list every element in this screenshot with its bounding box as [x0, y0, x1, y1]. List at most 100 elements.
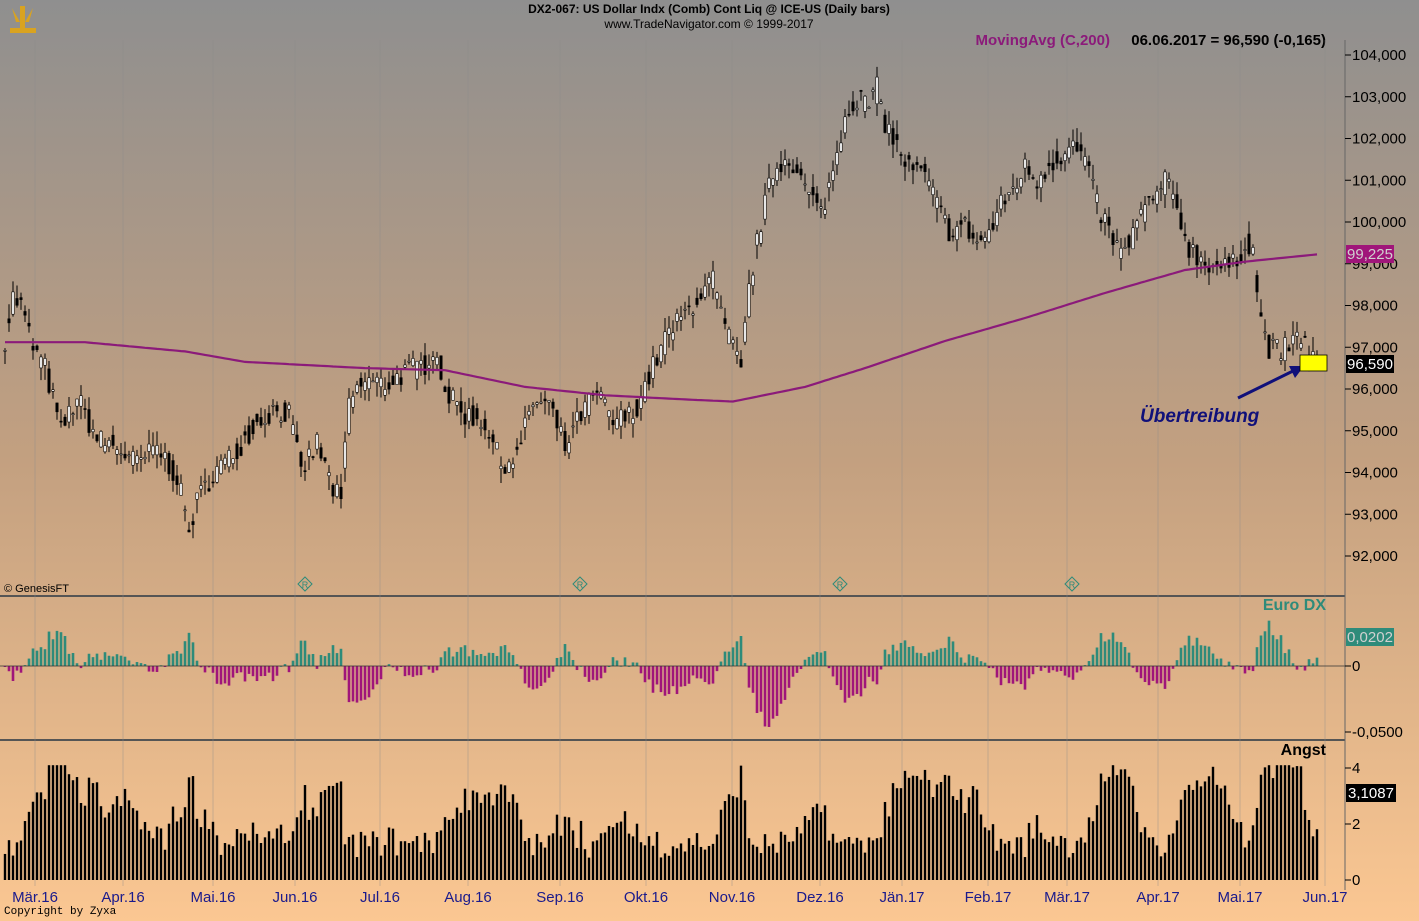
euro-dx-bar — [84, 662, 87, 666]
price-candle-body — [912, 165, 914, 170]
price-candle-body — [1272, 339, 1274, 340]
angst-bar — [440, 830, 442, 880]
euro-dx-tick-label: -0,0500 — [1352, 724, 1403, 741]
euro-dx-bar — [820, 653, 823, 666]
euro-dx-bar — [156, 666, 159, 672]
price-candle-body — [384, 389, 386, 395]
euro-dx-bar — [520, 666, 523, 669]
angst-bar — [1272, 778, 1274, 880]
price-tick-label: 98,000 — [1352, 298, 1398, 315]
angst-bar — [544, 848, 546, 880]
price-candle-body — [856, 108, 858, 110]
euro-dx-bar — [748, 666, 751, 688]
angst-bar — [1264, 767, 1266, 880]
angst-bar — [724, 801, 726, 880]
price-tick-label: 92,000 — [1352, 548, 1398, 565]
angst-bar — [596, 840, 598, 880]
month-tick-label: Jän.17 — [879, 889, 924, 906]
euro-dx-bar — [348, 666, 351, 702]
price-candle-body — [1020, 179, 1022, 187]
angst-bar — [376, 837, 378, 880]
euro-dx-bar — [416, 666, 419, 675]
euro-dx-bar — [808, 657, 811, 666]
price-candle-body — [216, 466, 218, 482]
price-candle-body — [932, 187, 934, 195]
euro-dx-bar — [1204, 646, 1207, 666]
euro-dx-bar — [96, 654, 99, 666]
price-candle-body — [356, 385, 358, 393]
euro-dx-bar — [924, 656, 927, 666]
price-candle-body — [80, 396, 82, 407]
angst-bar — [564, 817, 566, 880]
euro-dx-bar — [440, 657, 443, 666]
price-candle-body — [1064, 154, 1066, 161]
angst-bar — [756, 847, 758, 880]
euro-dx-bar — [332, 645, 335, 666]
price-candle-body — [1288, 348, 1290, 351]
price-candle-body — [1148, 196, 1150, 197]
angst-bar — [748, 838, 750, 880]
euro-dx-bar — [116, 654, 119, 666]
price-candle-body — [1292, 335, 1294, 344]
price-candle-body — [420, 360, 422, 364]
angst-bar — [172, 807, 174, 880]
price-candle-body — [40, 357, 42, 368]
euro-dx-bar — [896, 651, 899, 666]
price-candle-body — [1132, 228, 1134, 249]
price-candle-body — [584, 402, 586, 417]
angst-bar — [1252, 825, 1254, 880]
price-candle-body — [680, 317, 682, 320]
angst-bar — [156, 827, 158, 880]
angst-bar — [168, 824, 170, 880]
angst-bar — [812, 807, 814, 880]
euro-dx-bar — [444, 651, 447, 666]
angst-bar — [240, 833, 242, 880]
euro-dx-bar — [232, 666, 235, 678]
price-candle-body — [772, 179, 774, 186]
price-candle-body — [224, 458, 226, 464]
angst-bar — [1280, 765, 1282, 880]
price-candle-body — [428, 365, 430, 368]
angst-bar — [1208, 776, 1210, 880]
euro-dx-bar — [48, 632, 51, 666]
angst-bar — [208, 829, 210, 880]
price-candle-body — [4, 350, 6, 351]
price-candle-body — [676, 313, 678, 321]
price-candle-body — [636, 400, 638, 416]
angst-bar — [1204, 781, 1206, 880]
angst-bar — [992, 824, 994, 880]
angst-bar — [56, 765, 58, 880]
angst-bar — [680, 843, 682, 880]
euro-dx-bar — [868, 666, 871, 677]
angst-bar — [12, 856, 14, 880]
euro-dx-bar — [584, 666, 587, 677]
euro-dx-bar — [216, 666, 219, 684]
angst-bar — [648, 836, 650, 880]
euro-dx-bar — [1076, 666, 1079, 672]
angst-bar — [136, 811, 138, 880]
angst-bar — [32, 802, 34, 880]
euro-dx-bar — [312, 654, 315, 666]
euro-dx-bar — [1256, 647, 1259, 666]
euro-dx-bar — [688, 666, 691, 684]
angst-tick-label: 4 — [1352, 760, 1360, 777]
price-candle-body — [1004, 201, 1006, 204]
angst-bar — [296, 817, 298, 880]
angst-bar — [268, 831, 270, 880]
angst-bar — [728, 794, 730, 880]
price-candle-body — [808, 192, 810, 194]
euro-dx-bar — [744, 663, 747, 666]
price-candle-body — [128, 455, 130, 456]
price-candle-body — [1172, 194, 1174, 199]
euro-dx-bar — [1176, 660, 1179, 666]
r-marker-letter: R — [302, 580, 309, 590]
angst-last-value: 3,1087 — [1348, 785, 1394, 802]
euro-dx-bar — [796, 666, 799, 673]
price-tick-label: 96,000 — [1352, 381, 1398, 398]
euro-dx-bar — [1172, 666, 1175, 669]
price-candle-body — [312, 457, 314, 458]
price-candle-body — [488, 437, 490, 438]
price-candle-body — [1040, 175, 1042, 187]
angst-bar — [508, 802, 510, 880]
price-candle-body — [184, 510, 186, 511]
